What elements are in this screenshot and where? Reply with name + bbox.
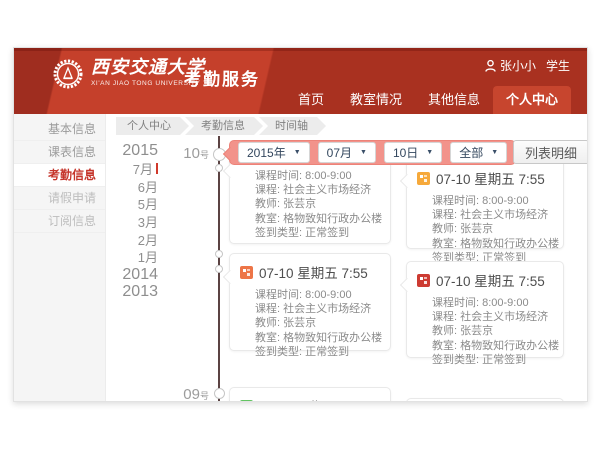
- timeline-period[interactable]: 2014: [108, 266, 158, 284]
- type-dropdown[interactable]: 全部▼: [450, 142, 507, 163]
- card-field: 课程时间: 8:00-9:00: [417, 194, 555, 208]
- user-role: 学生: [546, 57, 570, 74]
- card-header: 07-10 星期五 7:55: [240, 262, 382, 282]
- timeline-period-current[interactable]: 7月: [108, 160, 158, 178]
- attendance-card[interactable]: 07-10 星期五 7:55 课程时间: 8:00-9:00课程: 社会主义市场经…: [406, 261, 564, 358]
- timeline-period[interactable]: 6月: [108, 177, 158, 195]
- chevron-down-icon: ▼: [491, 149, 498, 156]
- timeline-node: [215, 250, 223, 258]
- chevron-down-icon: ▼: [294, 149, 301, 156]
- user-name: 张小小: [500, 57, 536, 74]
- breadcrumb-personal-center[interactable]: 个人中心: [116, 117, 180, 135]
- card-field: 签到类型: 正常签到: [417, 353, 555, 367]
- card-field: 课程: 社会主义市场经济: [240, 302, 382, 316]
- card-tail: [223, 270, 237, 284]
- card-tail: [223, 164, 237, 178]
- month-dropdown[interactable]: 07月▼: [318, 142, 376, 163]
- chevron-down-icon: ▼: [426, 149, 433, 156]
- card-tail: [400, 278, 414, 292]
- status-icon-green: [240, 400, 253, 403]
- card-field: 教室: 格物致知行政办公楼: [240, 212, 382, 226]
- university-logo-icon: [53, 59, 83, 89]
- card-date: 07-10 星期五 7:55: [436, 270, 545, 290]
- card-field: 签到类型: 正常签到: [240, 345, 382, 359]
- status-icon-red: [417, 274, 430, 287]
- card-field: 教师: 张芸京: [417, 222, 555, 236]
- timeline-period[interactable]: 1月: [108, 248, 158, 266]
- timeline-node: [214, 388, 225, 399]
- timeline-period[interactable]: 2月: [108, 230, 158, 248]
- sidebar-item-leave-request[interactable]: 请假申请: [14, 187, 105, 210]
- card-header: 07-09 星期四 7:55: [240, 396, 382, 402]
- card-date: 07-10 星期五 7:55: [259, 262, 368, 282]
- status-icon-flame: [240, 266, 253, 279]
- list-detail-button[interactable]: 列表明细: [513, 140, 588, 164]
- main-nav: 首页 教室情况 其他信息 个人中心: [285, 86, 571, 114]
- app-window: 西安交通大学 XI'AN JIAO TONG UNIVERSITY 考勤服务 张…: [13, 47, 588, 402]
- card-tail: [400, 174, 414, 188]
- attendance-card[interactable]: [406, 398, 564, 402]
- sidebar-item-basic-info[interactable]: 基本信息: [14, 118, 105, 141]
- sidebar-item-schedule-info[interactable]: 课表信息: [14, 141, 105, 164]
- timeline-period[interactable]: 2013: [108, 284, 158, 302]
- card-field: 课程: 社会主义市场经济: [417, 208, 555, 222]
- card-field: 教师: 张芸京: [417, 324, 555, 338]
- timeline-day-label: 09号: [161, 386, 209, 402]
- card-field: 教师: 张芸京: [240, 197, 382, 211]
- nav-item-other-info[interactable]: 其他信息: [415, 86, 493, 114]
- card-field: 签到类型: 正常签到: [240, 226, 382, 240]
- content-area: 基本信息 课表信息 考勤信息 请假申请 订阅信息 个人中心 考勤信息 时间轴 2…: [14, 114, 588, 402]
- nav-item-home[interactable]: 首页: [285, 86, 337, 114]
- card-date: 07-09 星期四 7:55: [259, 396, 368, 402]
- attendance-card[interactable]: 07-09 星期四 7:55: [229, 387, 391, 402]
- user-info[interactable]: 张小小 学生: [485, 57, 570, 74]
- breadcrumb-timeline[interactable]: 时间轴: [259, 117, 317, 135]
- card-field: 课程时间: 8:00-9:00: [240, 169, 382, 183]
- filter-bar: 2015年▼ 07月▼ 10日▼ 全部▼: [229, 140, 516, 165]
- day-dropdown[interactable]: 10日▼: [384, 142, 442, 163]
- chevron-down-icon: ▼: [360, 149, 367, 156]
- timeline-day-label: 10号: [161, 145, 209, 163]
- timeline-node: [215, 265, 223, 273]
- timeline-period[interactable]: 3月: [108, 213, 158, 231]
- current-month-marker: [156, 163, 158, 174]
- card-date: 07-10 星期五 7:55: [436, 168, 545, 188]
- card-field: 教室: 格物致知行政办公楼: [417, 339, 555, 353]
- card-field: 课程时间: 8:00-9:00: [240, 288, 382, 302]
- sidebar-item-subscription-info[interactable]: 订阅信息: [14, 210, 105, 233]
- attendance-card[interactable]: 07-10 星期五 7:55 课程时间: 8:00-9:00课程: 社会主义市场经…: [229, 253, 391, 351]
- card-header: 07-10 星期五 7:55: [417, 168, 555, 188]
- person-icon: [485, 60, 496, 72]
- card-header: 07-10 星期五 7:55: [417, 270, 555, 290]
- sidebar: 基本信息 课表信息 考勤信息 请假申请 订阅信息: [14, 114, 106, 402]
- year-dropdown[interactable]: 2015年▼: [238, 142, 310, 163]
- card-field: 课程时间: 8:00-9:00: [417, 296, 555, 310]
- card-field: 教室: 格物致知行政办公楼: [240, 331, 382, 345]
- status-icon-orange: [417, 172, 430, 185]
- card-field: 教室: 格物致知行政办公楼: [417, 237, 555, 251]
- timeline-period-list: 2015 7月 6月 5月 3月 2月 1月 2014 2013: [108, 142, 158, 301]
- filter-bar-tail: [223, 147, 237, 161]
- attendance-card[interactable]: 07-10 星期五 7:55 课程时间: 8:00-9:00课程: 社会主义市场经…: [406, 159, 564, 249]
- card-field: 课程: 社会主义市场经济: [240, 183, 382, 197]
- sidebar-item-attendance-info[interactable]: 考勤信息: [14, 164, 105, 187]
- timeline-period[interactable]: 2015: [108, 142, 158, 160]
- card-field: 课程: 社会主义市场经济: [417, 310, 555, 324]
- page-title: 考勤服务: [184, 65, 260, 90]
- app-header: 西安交通大学 XI'AN JIAO TONG UNIVERSITY 考勤服务 张…: [14, 48, 587, 114]
- nav-item-personal-center[interactable]: 个人中心: [493, 86, 571, 114]
- nav-item-classrooms[interactable]: 教室情况: [337, 86, 415, 114]
- timeline-period[interactable]: 5月: [108, 195, 158, 213]
- breadcrumb-attendance-info[interactable]: 考勤信息: [185, 117, 254, 135]
- card-field: 教师: 张芸京: [240, 316, 382, 330]
- breadcrumb: 个人中心 考勤信息 时间轴: [116, 117, 322, 135]
